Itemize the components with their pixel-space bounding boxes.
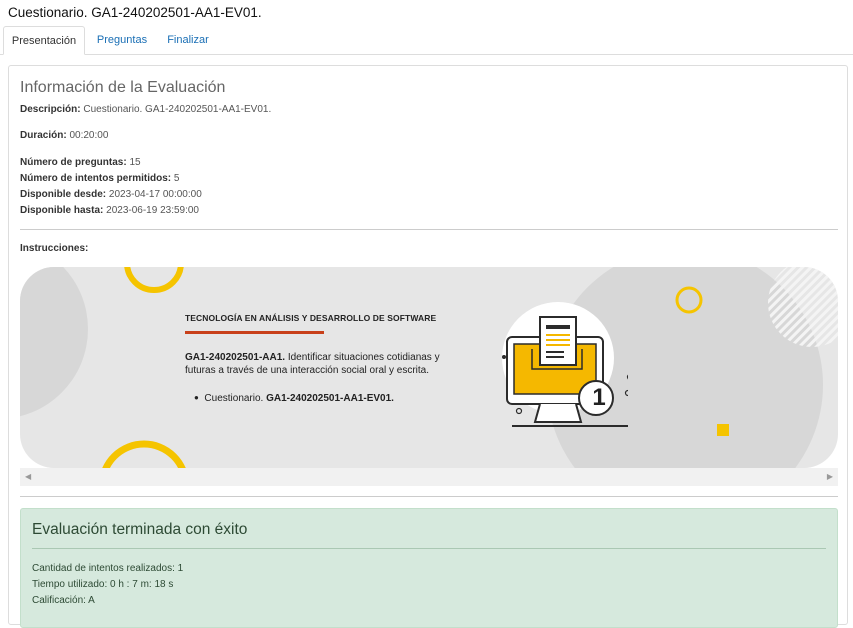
banner-bullet: ● Cuestionario. GA1-240202501-AA1-EV01. [194, 393, 394, 404]
num-intentos-row: Número de intentos permitidos: 5 [20, 173, 180, 184]
decor-ring-top [124, 267, 184, 293]
evaluation-panel: Información de la Evaluación Descripción… [8, 65, 848, 628]
tab-preguntas[interactable]: Preguntas [88, 26, 156, 54]
instructions-banner: 1 TECNOLOGÍA EN ANÁLISIS Y DESARROLLO DE… [20, 267, 838, 468]
decor-circle-left [20, 267, 88, 417]
calificacion: Calificación: A [32, 595, 95, 606]
tiempo-utilizado: Tiempo utilizado: 0 h : 7 m: 18 s [32, 579, 174, 590]
horizontal-scrollbar[interactable]: ◀ ▶ [20, 468, 838, 486]
exam-monitor-icon [502, 302, 628, 427]
duracion-row: Duración: 00:20:00 [20, 130, 109, 141]
disponible-desde-row: Disponible desde: 2023-04-17 00:00:00 [20, 189, 202, 200]
tab-finalizar[interactable]: Finalizar [160, 26, 216, 54]
scroll-left-icon[interactable]: ◀ [25, 472, 31, 481]
info-title: Información de la Evaluación [20, 79, 226, 96]
descripcion-row: Descripción: Cuestionario. GA1-240202501… [20, 104, 272, 115]
success-title: Evaluación terminada con éxito [32, 521, 248, 538]
disponible-hasta-row: Disponible hasta: 2023-06-19 23:59:00 [20, 205, 199, 216]
divider [20, 496, 838, 497]
tab-bar: Presentación Preguntas Finalizar [0, 26, 853, 55]
intentos-realizados: Cantidad de intentos realizados: 1 [32, 563, 184, 574]
instrucciones-label: Instrucciones: [20, 243, 89, 254]
banner-description: GA1-240202501-AA1. Identificar situacion… [185, 352, 440, 376]
divider [20, 229, 838, 230]
tab-presentacion[interactable]: Presentación [3, 26, 85, 55]
decor-ring-bottom [102, 440, 186, 468]
success-alert: Evaluación terminada con éxito Cantidad … [20, 508, 838, 628]
page-title: Cuestionario. GA1-240202501-AA1-EV01. [8, 5, 262, 20]
badge-number: 1 [592, 384, 606, 411]
decor-square [717, 424, 729, 436]
heading-underline [185, 331, 324, 334]
num-preguntas-row: Número de preguntas: 15 [20, 157, 141, 168]
banner-heading: TECNOLOGÍA EN ANÁLISIS Y DESARROLLO DE S… [185, 313, 437, 323]
success-divider [32, 548, 826, 549]
scroll-right-icon[interactable]: ▶ [827, 472, 833, 481]
